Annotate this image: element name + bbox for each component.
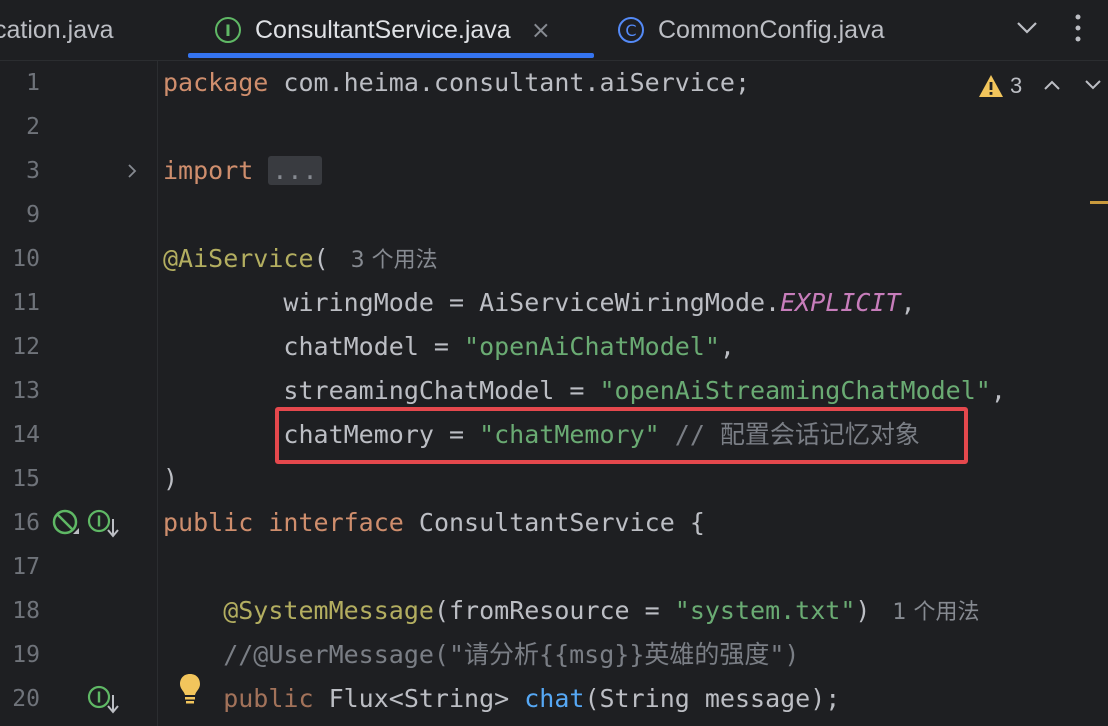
line-number: 1 (26, 70, 40, 96)
code-line: 11 wiringMode = AiServiceWiringMode.EXPL… (0, 281, 1108, 325)
line-number: 20 (12, 686, 40, 712)
keyword: public (163, 684, 314, 713)
string-literal: "openAiChatModel" (464, 332, 720, 361)
code-text[interactable]: public Flux<String> chat(String message)… (163, 677, 840, 721)
code-segment: wiringMode = AiServiceWiringMode. (163, 288, 781, 317)
line-number: 12 (12, 334, 40, 360)
line-number: 11 (12, 290, 40, 316)
code-text[interactable]: package com.heima.consultant.aiService; (163, 61, 750, 105)
method-name: chat (524, 684, 585, 713)
line-number: 19 (12, 642, 40, 668)
usages-hint[interactable]: 1 个用法 (892, 600, 979, 625)
line-number: 17 (12, 554, 40, 580)
code-segment: (fromResource = (433, 596, 675, 625)
code-text[interactable]: wiringMode = AiServiceWiringMode.EXPLICI… (163, 281, 916, 325)
package-name: com.heima.consultant.aiService; (268, 68, 750, 97)
keyword: package (163, 68, 269, 97)
enum-constant: EXPLICIT (780, 288, 901, 317)
tab-consultant-service[interactable]: I ConsultantService.java × (215, 0, 551, 60)
line-number: 13 (12, 378, 40, 404)
code-line: 1 package com.heima.consultant.aiService… (0, 61, 1108, 105)
code-segment: chatModel = (163, 332, 465, 361)
tab-common-config[interactable]: C CommonConfig.java (618, 0, 885, 60)
keyword: import (163, 156, 254, 185)
keyword: interface (268, 508, 404, 537)
active-tab-indicator (188, 53, 594, 58)
highlight-annotation-box (275, 407, 968, 464)
code-line: 12 chatModel = "openAiChatModel", (0, 325, 1108, 369)
chevron-right-icon (128, 164, 137, 178)
chevron-down-icon (1017, 22, 1037, 34)
line-number: 18 (12, 598, 40, 624)
code-comment[interactable]: //@UserMessage("请分析{{msg}}英雄的强度") (163, 633, 799, 677)
code-text[interactable]: ) (163, 457, 178, 501)
code-line: 20 public Flux<String> chat(String messa… (0, 674, 1108, 721)
fold-expand-button[interactable] (122, 149, 142, 193)
line-number: 14 (12, 422, 40, 448)
code-line: 9 (0, 193, 1108, 237)
code-text[interactable]: @SystemMessage(fromResource = "system.tx… (163, 589, 979, 633)
tab-label: ConsultantService.java (255, 15, 511, 44)
code-line: 2 (0, 105, 1108, 149)
code-line: 18 @SystemMessage(fromResource = "system… (0, 589, 1108, 633)
line-number: 15 (12, 466, 40, 492)
code-segment: Flux<String> (313, 684, 525, 713)
paren: ( (313, 244, 329, 273)
code-segment: , (900, 288, 916, 317)
code-line: 19 //@UserMessage("请分析{{msg}}英雄的强度") (0, 633, 1108, 677)
code-text[interactable]: chatModel = "openAiChatModel", (163, 325, 735, 369)
string-literal: "system.txt" (674, 596, 856, 625)
tab-application[interactable]: cation.java (0, 0, 114, 60)
interface-file-icon: I (215, 17, 241, 43)
implemented-by-icon[interactable] (84, 507, 124, 543)
line-number: 9 (26, 202, 40, 228)
usages-hint[interactable]: 3 个用法 (351, 248, 438, 273)
no-beans-icon[interactable] (50, 507, 82, 539)
tab-label: cation.java (0, 15, 114, 44)
code-segment: ) (855, 596, 871, 625)
code-line: 3 import ... (0, 149, 1108, 193)
editor-tab-bar: cation.java I ConsultantService.java × C… (0, 0, 1108, 61)
line-number: 3 (26, 158, 40, 184)
code-segment: , (719, 332, 735, 361)
line-number: 16 (12, 510, 40, 536)
code-segment: (String message); (584, 684, 841, 713)
code-text[interactable]: @AiService(3 个用法 (163, 237, 438, 281)
code-line: 10 @AiService(3 个用法 (0, 237, 1108, 281)
code-editor[interactable]: 3 1 package com.heima.consultant.aiServi… (0, 61, 1108, 726)
class-file-icon: C (618, 17, 644, 43)
code-line: 15 ) (0, 457, 1108, 501)
line-number: 10 (12, 246, 40, 272)
more-vertical-icon (1075, 14, 1081, 42)
tab-list-dropdown[interactable] (1007, 8, 1047, 48)
interface-declaration: ConsultantService { (403, 508, 705, 537)
annotation: @AiService (163, 244, 314, 273)
code-line: 17 (0, 545, 1108, 589)
keyword: public (163, 508, 254, 537)
close-icon[interactable]: × (531, 16, 551, 44)
code-text[interactable]: public interface ConsultantService { (163, 501, 705, 545)
code-line: 16 public interface ConsultantService { (0, 501, 1108, 545)
annotation: @SystemMessage (163, 596, 434, 625)
folded-imports[interactable]: ... (268, 156, 322, 185)
implemented-by-icon[interactable] (84, 683, 124, 719)
code-segment: , (990, 376, 1006, 405)
tab-label: CommonConfig.java (658, 15, 885, 44)
more-options-button[interactable] (1058, 8, 1098, 48)
code-text[interactable]: import ... (163, 149, 322, 193)
line-number: 2 (26, 114, 40, 140)
code-segment: streamingChatModel = (163, 376, 600, 405)
string-literal: "openAiStreamingChatModel" (599, 376, 991, 405)
